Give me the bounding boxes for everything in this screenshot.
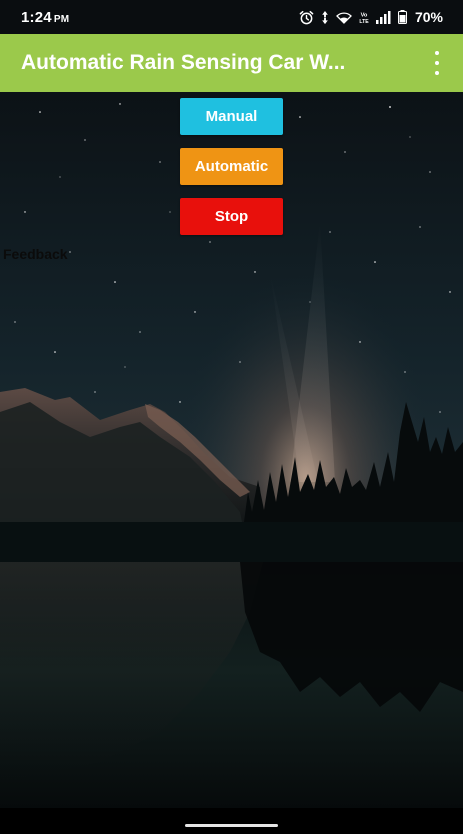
menu-dot [435, 51, 439, 55]
automatic-button[interactable]: Automatic [180, 148, 283, 185]
svg-text:Vo: Vo [361, 12, 368, 18]
volte-icon: Vo LTE [359, 10, 369, 25]
more-vert-icon[interactable] [431, 51, 443, 75]
menu-dot [435, 71, 439, 75]
status-icons: Vo LTE 70% [299, 9, 443, 25]
home-indicator[interactable] [185, 824, 278, 827]
status-time-value: 1:24 [21, 8, 52, 26]
battery-percentage: 70% [414, 9, 443, 25]
navigation-bar [0, 808, 463, 834]
manual-button[interactable]: Manual [180, 98, 283, 135]
stop-button[interactable]: Stop [180, 198, 283, 235]
status-time: 1:24 PM [21, 9, 69, 26]
menu-dot [435, 61, 439, 65]
data-arrows-icon [321, 10, 329, 25]
svg-text:LTE: LTE [359, 19, 369, 25]
alarm-icon [299, 10, 314, 25]
feedback-label: Feedback [3, 246, 68, 262]
battery-icon [397, 10, 407, 24]
wifi-icon [336, 11, 352, 24]
status-time-ampm: PM [53, 13, 70, 25]
phone-screen: 1:24 PM Vo LTE 70% Automatic Rain Sensin… [0, 0, 463, 834]
signal-icon [375, 10, 391, 24]
app-bar: Automatic Rain Sensing Car W... [0, 34, 463, 92]
status-bar: 1:24 PM Vo LTE 70% [0, 0, 463, 34]
app-title: Automatic Rain Sensing Car W... [21, 51, 346, 74]
